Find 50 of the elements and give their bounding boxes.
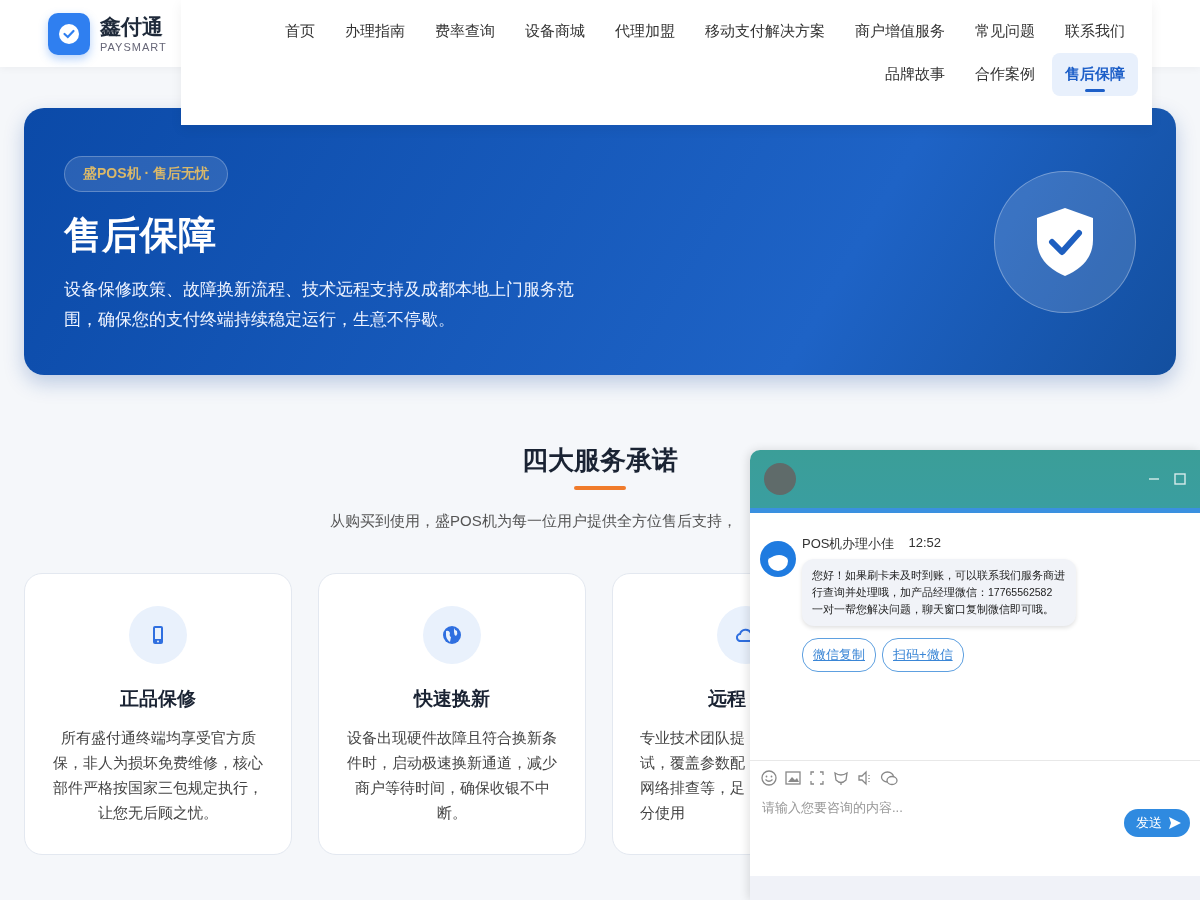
card-description: 件时，启动极速换新通道，减少 (347, 754, 557, 773)
hero-title: 售后保障 (64, 213, 216, 258)
logo-icon (48, 12, 90, 55)
brand-tagline: PAYSMART (100, 40, 167, 53)
avatar-icon (760, 541, 796, 577)
quick-reply-button[interactable]: 扫码+微信 (882, 638, 964, 672)
nav-link[interactable]: 办理指南 (332, 10, 418, 53)
nav-link[interactable]: 品牌故事 (872, 53, 958, 96)
nav-link[interactable]: 移动支付解决方案 (692, 10, 838, 53)
nav-link[interactable]: 商户增值服务 (842, 10, 958, 53)
card-title: 远程 (707, 687, 746, 711)
nav-link[interactable]: 常见问题 (962, 10, 1048, 53)
wechat-icon[interactable] (880, 769, 898, 787)
card-description: 断。 (437, 804, 467, 823)
card-description: 专业技术团队提 (640, 729, 745, 748)
message-bubble: 您好！如果刷卡未及时到账，可以联系我们服务商进行查询并处理哦，加产品经理微信：17765562582 一对一帮您解决问题，聊天窗口复制微信即可哦。 (802, 559, 1076, 626)
hero-description: 设备保修政策、故障换新流程、技术远程支持及成都本地上门服务范围，确保您的支付终端持续稳定运行，生意不停歇。 (64, 279, 575, 331)
message-time: 12:52 (908, 535, 941, 552)
rating-icon[interactable] (832, 769, 850, 787)
nav-link[interactable]: 合作案例 (962, 53, 1048, 96)
nav-link[interactable]: 设备商城 (512, 10, 598, 53)
card-title: 快速换新 (414, 687, 490, 711)
emoji-icon[interactable] (760, 769, 778, 787)
card-description: 所有盛付通终端均享受官方质 (60, 729, 256, 748)
nav-link[interactable]: 费率查询 (422, 10, 508, 53)
nav-link[interactable]: 首页 (272, 10, 328, 53)
image-icon[interactable] (784, 769, 802, 787)
avatar-icon (764, 463, 796, 495)
send-button[interactable]: 发送 (1124, 809, 1190, 837)
card-description: 商户等待时间，确保收银不中 (354, 779, 550, 798)
screenshot-icon[interactable] (808, 769, 826, 787)
card-title: 正品保修 (120, 687, 196, 711)
card-description: 让您无后顾之忧。 (98, 804, 218, 823)
quick-reply-button[interactable]: 微信复制 (802, 638, 876, 672)
nav-link[interactable]: 代理加盟 (602, 10, 688, 53)
brand-name: 鑫付通 (100, 14, 164, 39)
maximize-icon[interactable] (1174, 473, 1186, 485)
section-title: 四大服务承诺 (521, 444, 679, 477)
hero-badge: 盛POS机 · 售后无忧 (64, 156, 228, 192)
card-description: 网络排查等，足 (640, 779, 745, 798)
card-description: 试，覆盖参数配 (640, 754, 745, 773)
nav-link[interactable]: 售后保障 (1052, 53, 1138, 96)
send-icon (1168, 816, 1182, 830)
card-description: 分使用 (640, 804, 685, 823)
card-description: 设备出现硬件故障且符合换新条 (347, 729, 557, 748)
section-subtitle: 从购买到使用，盛POS机为每一位用户提供全方位售后支持， (329, 512, 738, 531)
nav-link[interactable]: 联系我们 (1052, 10, 1138, 53)
sender-name: POS机办理小佳 (802, 535, 895, 553)
card-description: 保，非人为损坏免费维修，核心 (53, 754, 263, 773)
card-description: 部件严格按国家三包规定执行， (53, 779, 263, 798)
